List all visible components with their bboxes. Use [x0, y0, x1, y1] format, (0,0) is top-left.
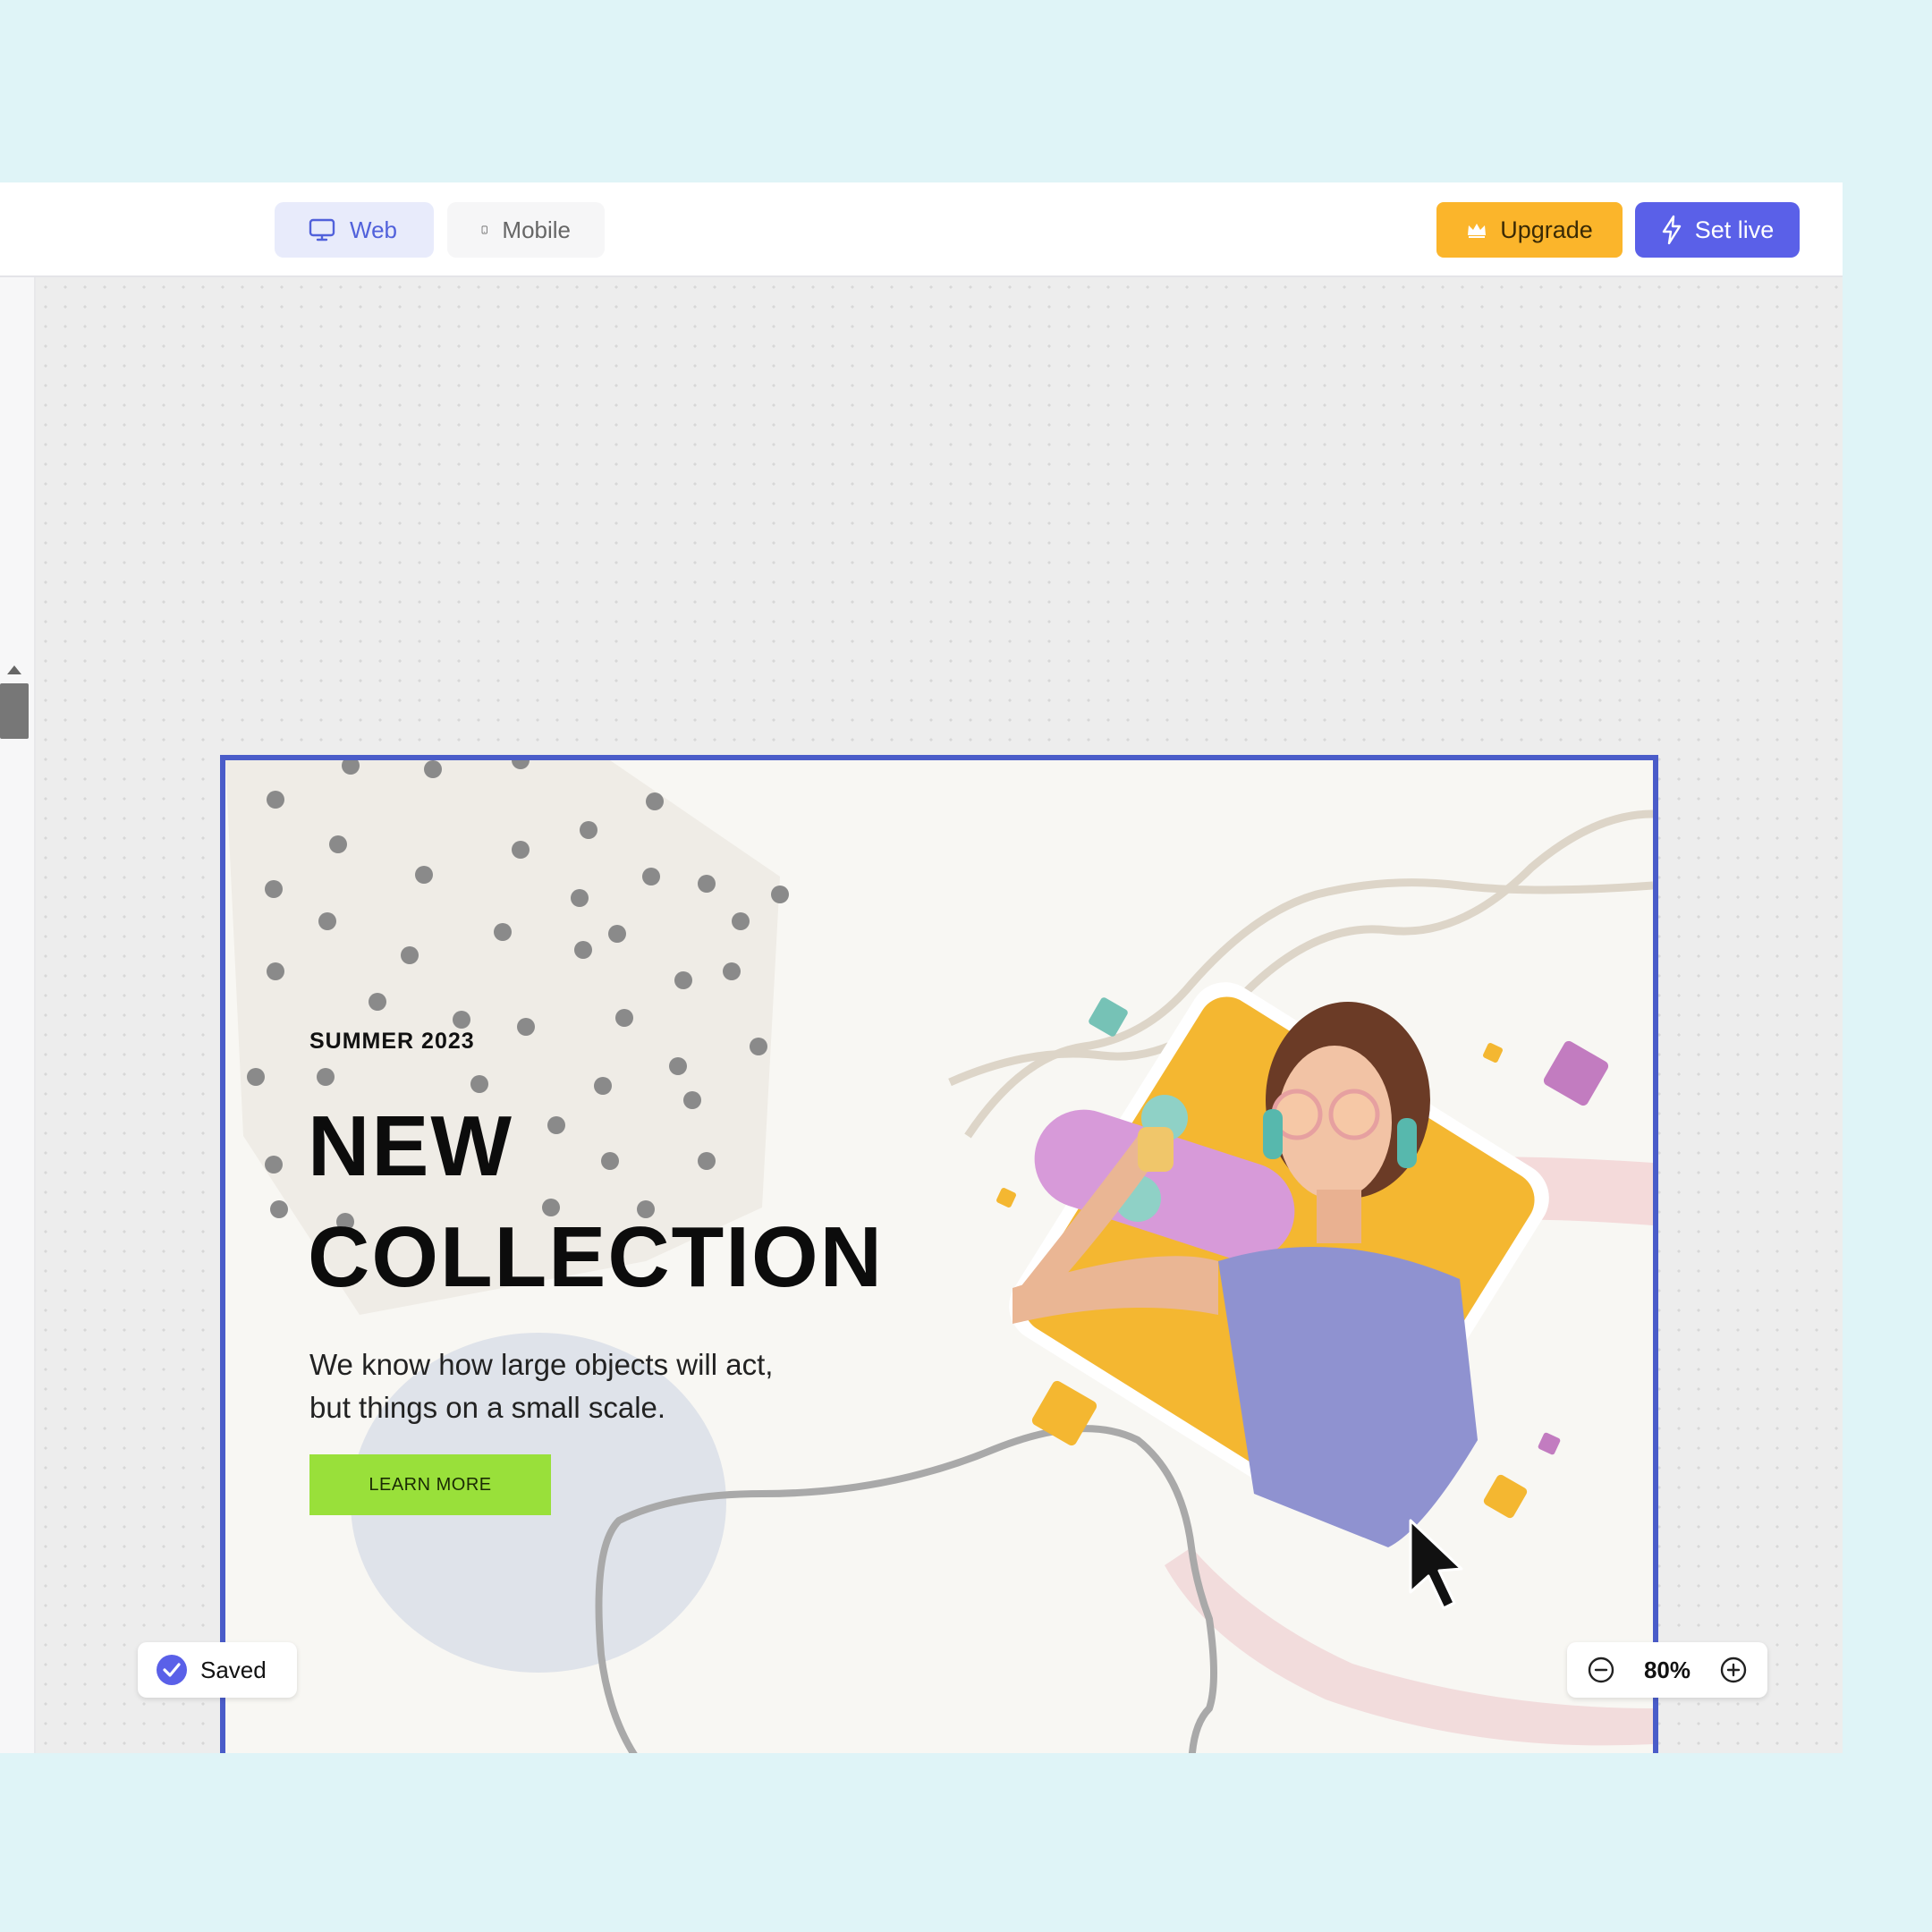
lightning-icon [1662, 215, 1681, 245]
top-toolbar: Web Mobile Upgrade Set live [0, 182, 1843, 277]
zoom-level: 80% [1643, 1656, 1691, 1683]
headline-line-1: NEW [308, 1098, 513, 1194]
body-line-2: but things on a small scale. [309, 1391, 666, 1424]
crown-icon [1468, 224, 1487, 238]
scroll-up-arrow[interactable] [7, 665, 21, 674]
learn-more-button[interactable]: LEARN MORE [309, 1454, 551, 1515]
check-circle-icon [157, 1655, 187, 1685]
tab-web-label: Web [350, 216, 397, 243]
tab-mobile[interactable]: Mobile [447, 202, 605, 258]
upgrade-label: Upgrade [1500, 216, 1593, 243]
banner-eyebrow: SUMMER 2023 [309, 1029, 475, 1054]
set-live-button[interactable]: Set live [1635, 202, 1800, 258]
tab-mobile-label: Mobile [502, 216, 571, 243]
zoom-in-icon[interactable] [1719, 1656, 1748, 1684]
editor-window: Web Mobile Upgrade Set live SUMMER 2023 … [0, 182, 1843, 1753]
zoom-out-icon[interactable] [1587, 1656, 1615, 1684]
headline-line-2: COLLECTION [308, 1209, 884, 1305]
monitor-icon [309, 218, 335, 242]
design-canvas: SUMMER 2023 NEW COLLECTION We know how l… [36, 277, 1843, 1753]
banner-body: We know how large objects will act, but … [309, 1343, 882, 1429]
tab-web[interactable]: Web [275, 202, 434, 258]
scrollbar-thumb[interactable] [0, 683, 29, 739]
saved-status: Saved [138, 1642, 297, 1698]
left-panel-edge [0, 277, 36, 1753]
banner-headline: NEW COLLECTION [308, 1091, 884, 1313]
set-live-label: Set live [1694, 216, 1775, 243]
selected-banner[interactable]: SUMMER 2023 NEW COLLECTION We know how l… [220, 755, 1658, 1753]
zoom-control: 80% [1567, 1642, 1767, 1698]
saved-label: Saved [200, 1656, 267, 1683]
upgrade-button[interactable]: Upgrade [1436, 202, 1623, 258]
phone-icon [481, 225, 487, 234]
body-line-1: We know how large objects will act, [309, 1348, 774, 1381]
